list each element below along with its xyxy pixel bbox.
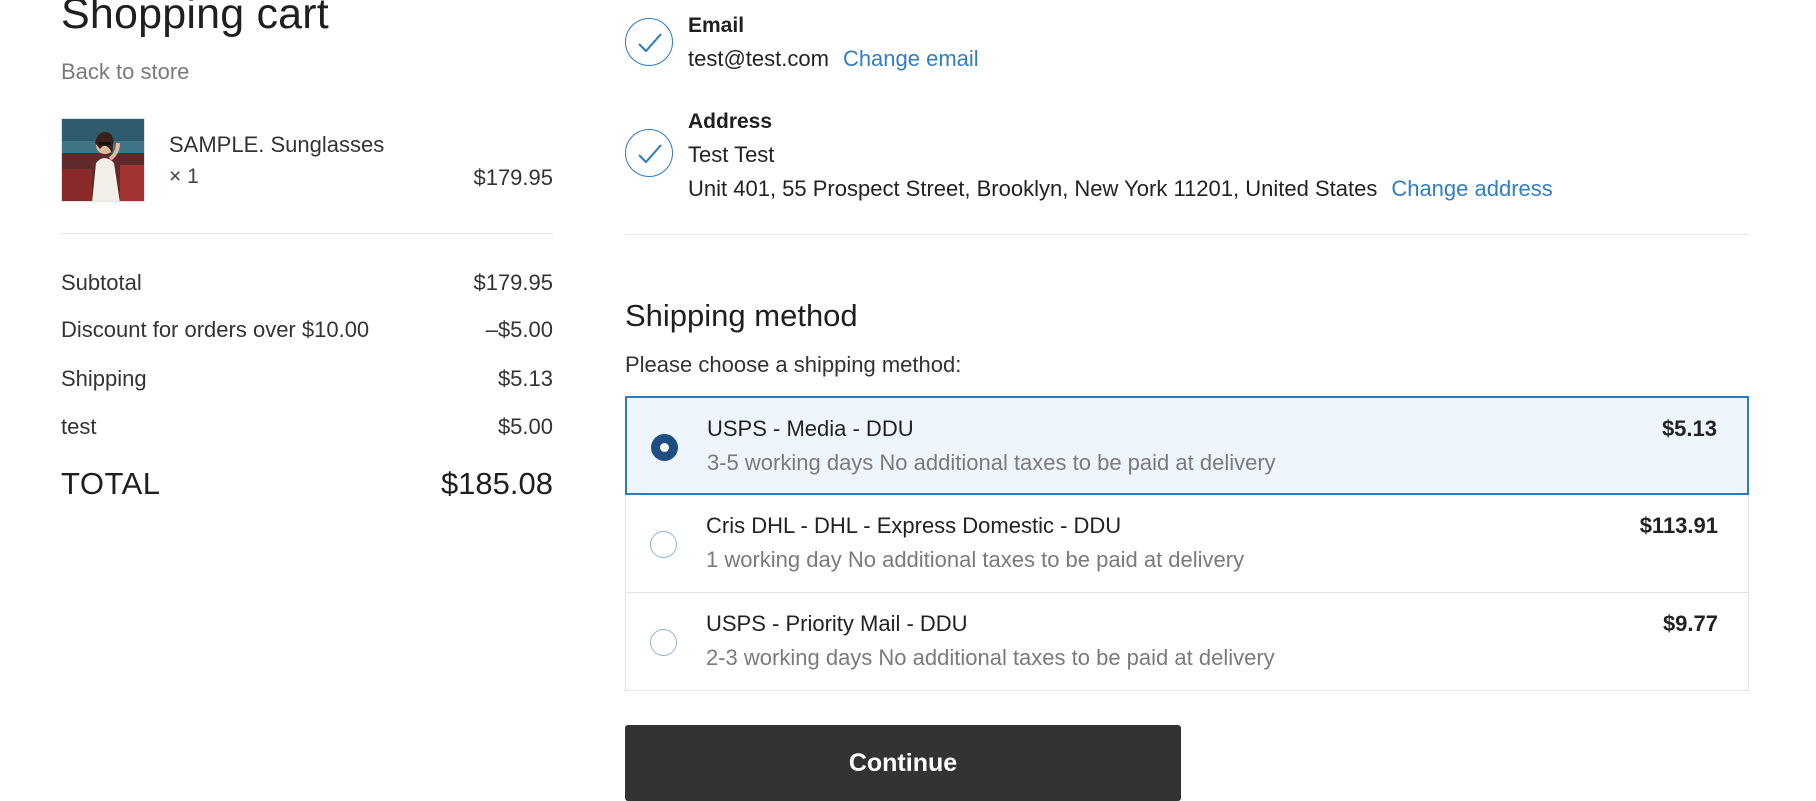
total-label: test xyxy=(61,414,97,439)
divider xyxy=(61,233,553,234)
radio-unselected-icon[interactable] xyxy=(650,629,677,656)
radio-unselected-icon[interactable] xyxy=(650,531,677,558)
total-label: Discount for orders over $10.00 xyxy=(61,317,370,342)
change-email-link[interactable]: Change email xyxy=(843,46,979,71)
cart-item: SAMPLE. Sunglasses × 1 $179.95 xyxy=(61,118,553,204)
total-value: –$5.00 xyxy=(485,317,553,342)
product-price: $179.95 xyxy=(473,165,553,190)
shipping-option-name: USPS - Priority Mail - DDU xyxy=(706,611,968,636)
continue-button[interactable]: Continue xyxy=(625,725,1181,801)
shipping-option[interactable]: Cris DHL - DHL - Express Domestic - DDU … xyxy=(625,494,1749,593)
cart-title: Shopping cart xyxy=(61,0,329,38)
total-label: Subtotal xyxy=(61,270,142,295)
email-value-line: test@test.com Change email xyxy=(688,46,979,72)
product-quantity: × 1 xyxy=(169,165,199,188)
check-icon xyxy=(625,129,673,177)
discount-row: Discount for orders over $10.00 –$5.00 xyxy=(61,317,553,347)
grand-total-label: TOTAL xyxy=(61,466,161,501)
shipping-option-description: 3-5 working days No additional taxes to … xyxy=(707,450,1276,475)
address-line: Unit 401, 55 Prospect Street, Brooklyn, … xyxy=(688,176,1553,202)
address-name: Test Test xyxy=(688,142,775,167)
tax-row: test $5.00 xyxy=(61,414,553,444)
shipping-option-name: USPS - Media - DDU xyxy=(707,416,914,441)
address-label: Address xyxy=(688,110,773,133)
address-value: Unit 401, 55 Prospect Street, Brooklyn, … xyxy=(688,176,1378,201)
shipping-option[interactable]: USPS - Priority Mail - DDU 2-3 working d… xyxy=(625,592,1749,691)
total-value: $5.00 xyxy=(497,414,553,439)
shipping-method-prompt: Please choose a shipping method: xyxy=(625,352,962,377)
subtotal-row: Subtotal $179.95 xyxy=(61,270,553,300)
email-value: test@test.com xyxy=(688,46,829,71)
shipping-option-description: 1 working day No additional taxes to be … xyxy=(706,547,1245,572)
grand-total-row: TOTAL $185.08 xyxy=(61,466,553,506)
shipping-option-price: $113.91 xyxy=(1639,513,1718,538)
shipping-option-price: $5.13 xyxy=(1661,416,1717,441)
check-icon xyxy=(625,18,673,66)
total-value: $5.13 xyxy=(497,366,553,391)
shipping-option-name: Cris DHL - DHL - Express Domestic - DDU xyxy=(706,513,1122,538)
total-value: $179.95 xyxy=(473,270,553,295)
radio-selected-icon[interactable] xyxy=(651,434,678,461)
email-label: Email xyxy=(688,14,745,37)
divider xyxy=(625,234,1749,235)
total-label: Shipping xyxy=(61,366,147,391)
back-to-store-link[interactable]: Back to store xyxy=(61,59,189,85)
grand-total-value: $185.08 xyxy=(440,466,553,501)
shipping-option-price: $9.77 xyxy=(1662,611,1718,636)
shipping-method-title: Shipping method xyxy=(625,298,858,333)
shipping-option[interactable]: USPS - Media - DDU 3-5 working days No a… xyxy=(625,396,1749,495)
product-thumbnail[interactable] xyxy=(61,118,145,202)
product-name: SAMPLE. Sunglasses xyxy=(169,132,385,157)
shipping-row: Shipping $5.13 xyxy=(61,366,553,396)
shipping-option-description: 2-3 working days No additional taxes to … xyxy=(706,645,1275,670)
change-address-link[interactable]: Change address xyxy=(1391,176,1552,201)
